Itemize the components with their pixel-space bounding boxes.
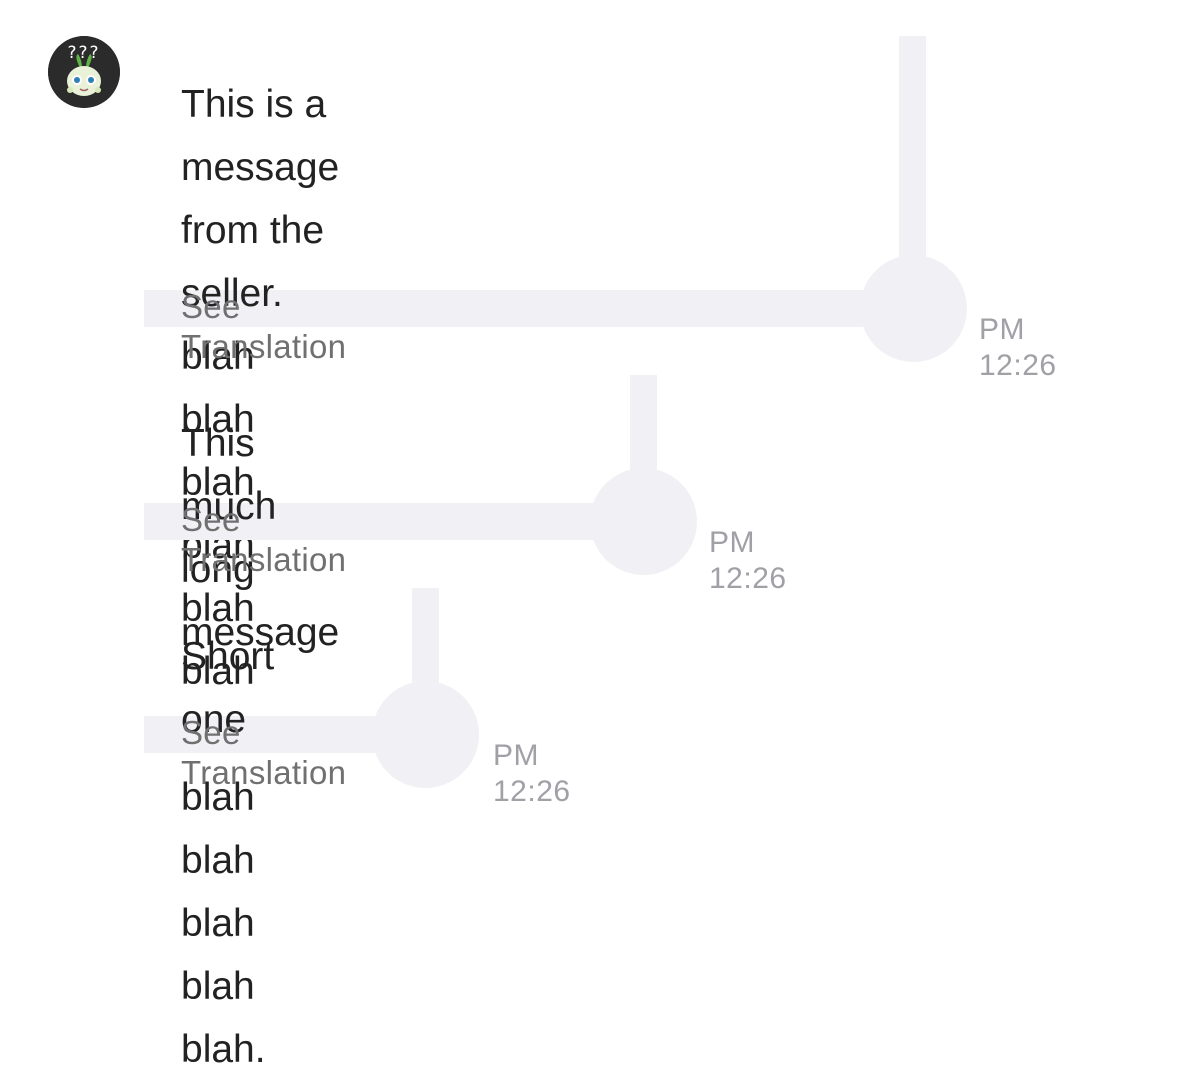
see-translation-link[interactable]: See Translation (181, 713, 346, 793)
bubble-decoration (860, 255, 967, 362)
seller-avatar[interactable]: ??? (48, 36, 120, 108)
bubble-decoration (590, 468, 697, 575)
message-timestamp: PM 12:26 (709, 526, 787, 595)
plant-creature-avatar-icon: ??? (48, 36, 120, 108)
see-translation-link[interactable]: See Translation (181, 500, 346, 580)
see-translation-link[interactable]: See Translation (181, 287, 346, 367)
message-timestamp: PM 12:26 (493, 739, 571, 808)
avatar-badge-text: ??? (67, 43, 100, 63)
message-timestamp: PM 12:26 (979, 313, 1057, 382)
bubble-decoration (372, 681, 479, 788)
